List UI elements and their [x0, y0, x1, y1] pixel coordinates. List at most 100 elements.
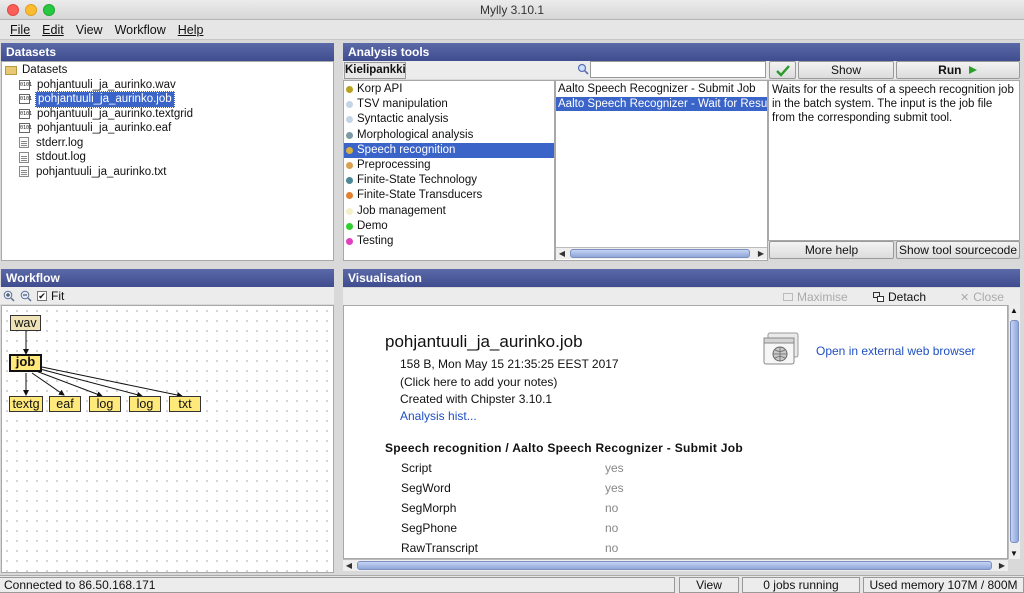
- add-notes-link[interactable]: (Click here to add your notes): [400, 375, 557, 389]
- view-jobs-button[interactable]: View jobs: [679, 577, 739, 593]
- run-button[interactable]: Run: [896, 61, 1020, 79]
- tool-category-item[interactable]: Speech recognition: [344, 142, 554, 158]
- dataset-file-name: pohjantuuli_ja_aurinko.eaf: [37, 122, 172, 134]
- visualisation-hscrollbar[interactable]: ◀ ▶: [343, 559, 1008, 571]
- scroll-left-icon[interactable]: ◀: [556, 248, 568, 259]
- datasets-root[interactable]: Datasets: [5, 63, 330, 78]
- tool-category-item[interactable]: TSV manipulation: [344, 97, 554, 112]
- dataset-file-row[interactable]: pohjantuuli_ja_aurinko.txt: [19, 165, 330, 180]
- scroll-down-icon[interactable]: ▼: [1010, 549, 1018, 558]
- workflow-edges: [23, 331, 183, 398]
- tool-category-item[interactable]: Demo: [344, 219, 554, 234]
- scrollbar-thumb[interactable]: [357, 561, 992, 570]
- binary-file-icon: 0101: [19, 123, 33, 134]
- binary-file-icon: 0101: [19, 108, 33, 119]
- zoom-out-icon[interactable]: [20, 290, 32, 302]
- datasets-tree: Datasets 0101 pohjantuuli_ja_aurinko.wav 0…: [1, 61, 334, 261]
- file-title: pohjantuuli_ja_aurinko.job: [385, 332, 583, 351]
- parameter-name: SegWord: [401, 481, 451, 495]
- visualisation-vscrollbar[interactable]: ▲ ▼: [1008, 305, 1020, 559]
- category-label: Korp API: [357, 83, 403, 95]
- workflow-node-log-stdout[interactable]: log: [129, 396, 161, 412]
- workflow-node-wav[interactable]: wav: [10, 315, 41, 331]
- tool-list-scrollbar[interactable]: ◀ ▶: [556, 247, 767, 259]
- visualisation-toolbar: Maximise Detach ✕ Close: [343, 288, 1020, 305]
- menu-view[interactable]: View: [70, 23, 109, 37]
- workflow-node-txt[interactable]: txt: [169, 396, 201, 412]
- binary-file-icon: 0101: [19, 79, 33, 90]
- menu-workflow[interactable]: Workflow: [109, 23, 172, 37]
- folder-icon: [5, 65, 17, 75]
- tool-category-item[interactable]: Preprocessing: [344, 158, 554, 173]
- dataset-file-row[interactable]: 0101 pohjantuuli_ja_aurinko.eaf: [19, 121, 330, 136]
- category-label: Speech recognition: [357, 143, 456, 156]
- web-browser-icon[interactable]: [763, 332, 801, 366]
- dataset-file-name: pohjantuuli_ja_aurinko.textgrid: [37, 107, 193, 120]
- category-label: TSV manipulation: [357, 98, 448, 111]
- tool-category-item[interactable]: Job management: [344, 204, 554, 219]
- scrollbar-thumb[interactable]: [570, 249, 750, 258]
- workflow-node-textgrid[interactable]: textg: [9, 396, 43, 412]
- menu-edit[interactable]: Edit: [36, 23, 70, 37]
- close-button[interactable]: ✕ Close: [960, 290, 1004, 304]
- datasets-header: Datasets: [1, 43, 334, 61]
- minimize-window-button[interactable]: [25, 4, 37, 16]
- dataset-file-row[interactable]: 0101 pohjantuuli_ja_aurinko.wav: [19, 78, 330, 93]
- dataset-file-row[interactable]: 0101 pohjantuuli_ja_aurinko.job: [19, 91, 330, 108]
- tool-item[interactable]: Aalto Speech Recognizer - Submit Job: [556, 82, 767, 97]
- category-color-dot-icon: [346, 177, 353, 185]
- parameter-name: Script: [401, 461, 432, 475]
- workflow-canvas[interactable]: wav job textg eaf log log txt: [1, 305, 334, 573]
- tab-kielipankki[interactable]: Kielipankki: [344, 62, 406, 79]
- category-label: Preprocessing: [357, 158, 431, 171]
- scroll-left-icon[interactable]: ◀: [343, 560, 355, 571]
- more-help-button[interactable]: More help: [769, 241, 894, 259]
- workflow-node-job[interactable]: job: [9, 354, 42, 372]
- parameter-value: no: [605, 541, 619, 555]
- menu-help[interactable]: Help: [172, 23, 210, 37]
- tool-category-item[interactable]: Korp API: [344, 82, 554, 97]
- dataset-file-row[interactable]: 0101 pohjantuuli_ja_aurinko.textgrid: [19, 107, 330, 122]
- show-parameters-button[interactable]: Show parameters: [798, 61, 894, 94]
- analysis-history-link[interactable]: Analysis hist...: [400, 409, 477, 423]
- close-window-button[interactable]: [7, 4, 19, 16]
- maximise-button[interactable]: Maximise: [783, 290, 848, 304]
- tool-category-item[interactable]: Syntactic analysis: [344, 112, 554, 127]
- menu-file[interactable]: File: [4, 23, 36, 37]
- detach-button[interactable]: Detach: [873, 290, 926, 304]
- show-sourcecode-button[interactable]: Show tool sourcecode: [896, 241, 1020, 259]
- search-icon: [577, 63, 589, 75]
- tool-category-item[interactable]: Finite-State Transducers: [344, 188, 554, 203]
- scroll-right-icon[interactable]: ▶: [755, 248, 767, 259]
- workflow-toolbar: ✔ Fit: [0, 287, 334, 304]
- show-parameters-check-icon[interactable]: [769, 61, 796, 79]
- memory-status: Used memory 107M / 800M: [863, 577, 1024, 593]
- workflow-node-log-stderr[interactable]: log: [89, 396, 121, 412]
- category-color-dot-icon: [346, 131, 353, 139]
- scroll-up-icon[interactable]: ▲: [1010, 306, 1018, 315]
- dataset-file-row[interactable]: stdout.log: [19, 150, 330, 165]
- tool-category-item[interactable]: Morphological analysis: [344, 128, 554, 143]
- text-file-icon: [19, 166, 29, 178]
- tool-search-input[interactable]: [590, 61, 766, 78]
- open-in-browser-link[interactable]: Open in external web browser: [816, 344, 975, 358]
- dataset-file-row[interactable]: stderr.log: [19, 136, 330, 151]
- zoom-window-button[interactable]: [43, 4, 55, 16]
- category-color-dot-icon: [346, 146, 353, 154]
- statusbar: Connected to 86.50.168.171 View jobs 0 j…: [0, 575, 1024, 593]
- scrollbar-thumb[interactable]: [1010, 320, 1019, 543]
- scroll-right-icon[interactable]: ▶: [996, 560, 1008, 571]
- tool-category-item[interactable]: Finite-State Technology: [344, 173, 554, 188]
- run-arrow-icon: [968, 66, 977, 74]
- fit-checkbox[interactable]: ✔: [37, 290, 47, 301]
- menubar: File Edit View Workflow Help: [0, 20, 1024, 40]
- tool-item[interactable]: Aalto Speech Recognizer - Wait for Resul…: [556, 96, 767, 111]
- fit-label: Fit: [51, 288, 65, 303]
- zoom-in-icon[interactable]: [3, 290, 15, 302]
- tool-category-item[interactable]: Testing: [344, 234, 554, 249]
- category-color-dot-icon: [346, 86, 353, 94]
- category-list: Korp API TSV manipulation Syntactic analys…: [343, 80, 555, 261]
- binary-file-icon: 0101: [19, 94, 33, 105]
- category-label: Syntactic analysis: [357, 113, 449, 126]
- workflow-node-eaf[interactable]: eaf: [49, 396, 81, 412]
